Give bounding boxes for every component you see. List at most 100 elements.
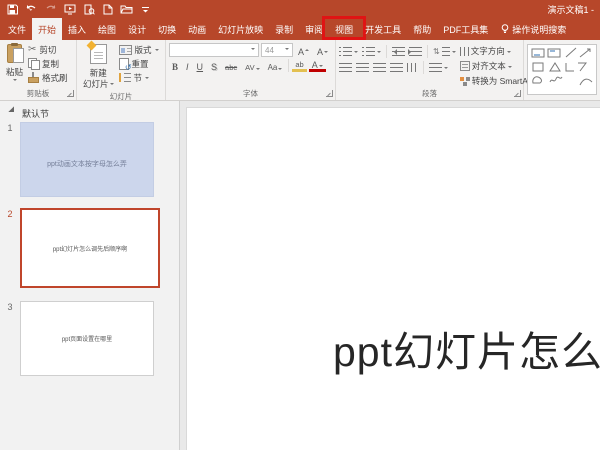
slide-1-preview[interactable]: ppt动画文本按字母怎么弄: [20, 122, 154, 197]
start-slideshow-icon[interactable]: [63, 3, 76, 16]
new-slide-button[interactable]: 新建 幻灯片: [80, 43, 117, 91]
tab-design[interactable]: 设计: [122, 18, 152, 40]
line-spacing-icon: [442, 47, 450, 56]
underline-button[interactable]: U: [194, 59, 207, 72]
shapes-gallery[interactable]: [527, 44, 597, 95]
slide-title-text[interactable]: ppt幻灯片怎么调: [333, 318, 600, 378]
numbering-button[interactable]: [362, 46, 381, 58]
columns-button[interactable]: [407, 62, 418, 74]
section-header[interactable]: 默认节: [0, 101, 179, 124]
tab-file[interactable]: 文件: [2, 18, 32, 40]
tab-record[interactable]: 录制: [269, 18, 299, 40]
slide-thumbnail-1[interactable]: 1 ppt动画文本按字母怎么弄: [0, 122, 154, 197]
divider: [386, 45, 387, 58]
strikethrough-button[interactable]: abc: [222, 59, 240, 72]
slide-1-title: ppt动画文本按字母怎么弄: [47, 159, 127, 169]
chevron-down-icon: [278, 68, 282, 72]
align-right-button[interactable]: [373, 62, 386, 74]
tab-home[interactable]: 开始: [32, 18, 62, 40]
paragraph-group-label-text: 段落: [422, 88, 437, 99]
line-spacing-button[interactable]: ⇅: [433, 46, 456, 58]
divider: [288, 59, 289, 72]
tab-help[interactable]: 帮助: [407, 18, 437, 40]
text-shadow-button[interactable]: S: [208, 59, 220, 72]
font-name-select[interactable]: [169, 43, 259, 57]
tab-animations[interactable]: 动画: [182, 18, 212, 40]
slide-3-preview[interactable]: ppt页面设置在哪里: [20, 301, 154, 376]
increase-font-button[interactable]: A: [295, 44, 312, 57]
new-file-icon[interactable]: [101, 3, 114, 16]
tab-developer[interactable]: 开发工具: [359, 18, 407, 40]
layout-label: 版式: [135, 44, 152, 56]
decrease-font-button[interactable]: A: [314, 44, 331, 57]
paste-label: 粘贴: [6, 66, 23, 78]
font-group-label-text: 字体: [243, 88, 258, 99]
increase-indent-button[interactable]: [409, 46, 422, 58]
slide-2-preview[interactable]: ppt幻灯片怎么调先后顺序啊: [20, 208, 160, 288]
highlight-color-button[interactable]: ab: [292, 59, 306, 72]
open-folder-icon[interactable]: [120, 3, 133, 16]
print-preview-icon[interactable]: [82, 3, 95, 16]
character-spacing-button[interactable]: AV: [242, 59, 262, 72]
font-dialog-launcher-icon[interactable]: [326, 90, 333, 97]
slide-canvas[interactable]: ppt幻灯片怎么调: [187, 108, 600, 450]
italic-button[interactable]: I: [183, 59, 192, 72]
tell-me-search[interactable]: 操作说明搜索: [496, 18, 571, 40]
lightbulb-icon: [501, 24, 509, 35]
chevron-down-icon: [507, 51, 511, 55]
section-icon: [119, 73, 131, 82]
section-button[interactable]: 节: [117, 71, 161, 84]
format-painter-button[interactable]: 格式刷: [26, 71, 70, 84]
clipboard-group-label: 剪贴板: [0, 87, 76, 100]
undo-icon[interactable]: [25, 3, 38, 16]
tab-transitions[interactable]: 切换: [152, 18, 182, 40]
slide-thumbnail-3[interactable]: 3 ppt页面设置在哪里: [0, 301, 154, 376]
chevron-down-icon: [354, 51, 358, 55]
reset-button[interactable]: 重置: [117, 57, 161, 70]
tab-draw[interactable]: 绘图: [92, 18, 122, 40]
ribbon-tab-bar: 文件 开始 插入 绘图 设计 切换 动画 幻灯片放映 录制 审阅 视图 开发工具…: [0, 18, 600, 40]
tab-review[interactable]: 审阅: [299, 18, 329, 40]
section-label: 节: [134, 72, 143, 84]
paste-button[interactable]: 粘贴: [3, 43, 26, 87]
slide-number: 2: [0, 208, 20, 219]
paragraph-dialog-launcher-icon[interactable]: [514, 90, 521, 97]
quick-access-toolbar: [6, 3, 152, 16]
redo-icon[interactable]: [44, 3, 57, 16]
smartart-icon: [460, 77, 470, 86]
slide-thumbnail-2[interactable]: 2 ppt幻灯片怎么调先后顺序啊: [0, 208, 160, 288]
columns-icon: [407, 63, 418, 72]
justify-button[interactable]: [390, 62, 403, 74]
font-color-button[interactable]: A: [309, 59, 326, 72]
italic-label: I: [186, 62, 189, 72]
cut-button[interactable]: ✂ 剪切: [26, 43, 70, 56]
layout-button[interactable]: 版式: [117, 43, 161, 56]
copy-button[interactable]: 复制: [26, 57, 70, 70]
save-icon[interactable]: [6, 3, 19, 16]
align-left-button[interactable]: [339, 62, 352, 74]
decrease-indent-button[interactable]: [392, 46, 405, 58]
tab-insert[interactable]: 插入: [62, 18, 92, 40]
bold-button[interactable]: B: [169, 59, 181, 72]
tab-slideshow[interactable]: 幻灯片放映: [212, 18, 269, 40]
chevron-down-icon: [145, 77, 149, 81]
format-painter-label: 格式刷: [42, 72, 68, 84]
customize-quick-access-icon[interactable]: [139, 3, 152, 16]
format-painter-icon: [28, 72, 39, 83]
slide-edit-area: ppt幻灯片怎么调: [181, 101, 600, 450]
font-color-label: A: [312, 61, 318, 69]
clipboard-dialog-launcher-icon[interactable]: [67, 90, 74, 97]
tab-pdf-tools[interactable]: PDF工具集: [437, 18, 494, 40]
font-size-select[interactable]: 44: [261, 43, 293, 57]
tab-view[interactable]: 视图: [329, 18, 359, 40]
decrease-indent-icon: [392, 47, 405, 56]
slide-3-title: ppt页面设置在哪里: [62, 334, 112, 343]
justify-icon: [390, 63, 403, 72]
bullets-button[interactable]: [339, 46, 358, 58]
change-case-button[interactable]: Aa: [265, 59, 286, 72]
cut-label: 剪切: [39, 44, 56, 56]
chevron-down-icon: [256, 68, 260, 72]
distribute-button[interactable]: [429, 62, 448, 74]
align-center-button[interactable]: [356, 62, 369, 74]
cut-icon: ✂: [28, 45, 36, 55]
